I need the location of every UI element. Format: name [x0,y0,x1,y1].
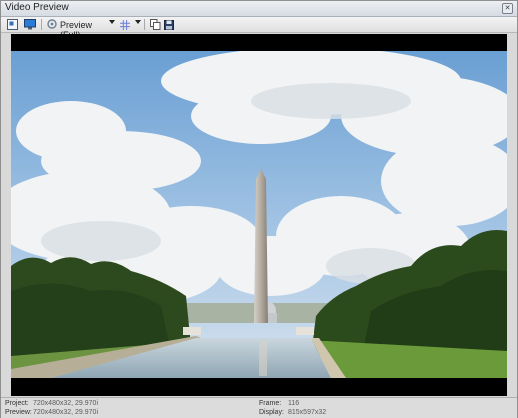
toolbar-separator [144,19,145,30]
preview-label: Preview: [5,409,32,416]
video-preview-window: Video Preview ✕ Preview (Full) [0,0,518,418]
close-icon[interactable]: ✕ [502,3,513,14]
overlays-button[interactable] [118,18,132,31]
save-snapshot-button[interactable] [162,18,176,31]
preview-quality-dropdown[interactable]: Preview (Full) [46,18,106,40]
title-bar: Video Preview ✕ [1,1,517,17]
copy-snapshot-icon [149,19,160,30]
overlay-grid-icon [120,19,130,30]
external-monitor-button[interactable] [23,18,37,31]
video-preview-canvas[interactable] [11,34,507,396]
video-output-button[interactable] [5,18,19,31]
chevron-down-icon[interactable] [109,20,115,24]
toolbar: Preview (Full) [1,17,517,40]
preview-quality-icon [47,19,57,29]
window-title: Video Preview [5,2,69,13]
display-value: 815x597x32 [288,409,327,416]
copy-snapshot-button[interactable] [148,18,162,31]
chevron-down-icon[interactable] [135,20,141,24]
display-label: Display: [259,409,284,416]
project-value: 720x480x32, 29.970i [33,400,98,407]
preview-frame-image [11,51,507,378]
status-bar: Project: 720x480x32, 29.970i Preview: 72… [1,397,517,418]
video-output-icon [6,19,18,30]
toolbar-separator [41,19,42,30]
monitor-icon [24,19,36,30]
save-snapshot-icon [164,19,174,30]
project-label: Project: [5,400,29,407]
frame-label: Frame: [259,400,282,407]
frame-value: 116 [288,400,300,407]
preview-value: 720x480x32, 29.970i [33,409,98,416]
